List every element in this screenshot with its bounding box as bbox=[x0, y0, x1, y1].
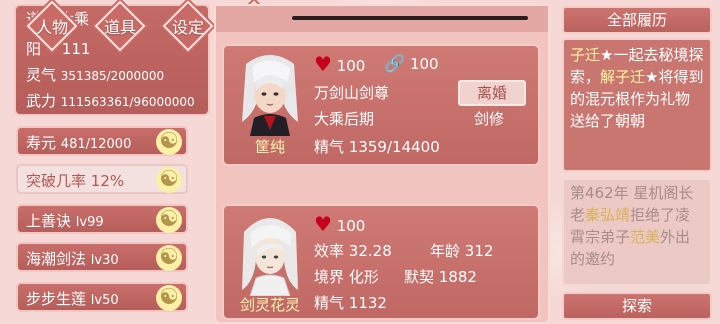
hp-value: 100 bbox=[336, 57, 366, 75]
age-label: 年龄 bbox=[430, 242, 461, 260]
tacit-label: 默契 bbox=[404, 268, 435, 286]
settings-button[interactable]: 设定 bbox=[162, 0, 214, 52]
lifespan-value: 481/12000 bbox=[60, 137, 132, 152]
companion-card-spouse[interactable]: 筐纯 ♥ 100 🔗 100 万剑山剑尊 离婚 大乘后期 剑修 精气 1359/… bbox=[222, 44, 540, 166]
skill-level: lv30 bbox=[90, 253, 119, 268]
history-log-recent: 子迁★一起去秘境探索，解子迁★将得到的混元根作为礼物送给了朝朝 bbox=[562, 38, 712, 172]
divorce-button[interactable]: 离婚 bbox=[458, 80, 526, 106]
breakthrough-value: 12% bbox=[90, 172, 125, 190]
skill-row-shangshan[interactable]: 上善诀 lv99 ☯ bbox=[16, 204, 188, 234]
character-realm: 大乘后期 bbox=[314, 110, 375, 128]
realm-label: 境界 bbox=[314, 268, 345, 286]
log-character-name: 范美 bbox=[630, 228, 661, 246]
skill-level: lv99 bbox=[75, 215, 104, 230]
log-character-name: 秦弘靖 bbox=[585, 206, 631, 224]
bond-value: 100 bbox=[409, 55, 439, 73]
skill-level: lv50 bbox=[90, 293, 119, 308]
log-character-name: 解子迁 bbox=[600, 68, 646, 86]
heart-icon: ♥ bbox=[314, 212, 332, 236]
vigor-value: 1359/14400 bbox=[348, 138, 440, 156]
character-name: 剑灵花灵 bbox=[239, 296, 300, 314]
character-portrait bbox=[242, 218, 298, 296]
yinyang-icon[interactable]: ☯ bbox=[156, 129, 182, 155]
explore-button[interactable]: 探索 bbox=[562, 292, 712, 320]
link-chain-icon: 🔗 bbox=[384, 54, 406, 74]
items-button-label: 道具 bbox=[103, 18, 136, 37]
vigor-value: 1132 bbox=[348, 294, 387, 312]
character-portrait bbox=[242, 55, 298, 136]
realm-value: 化形 bbox=[348, 268, 379, 286]
companion-card-spirit[interactable]: 剑灵花灵 ♥ 100 效率 32.28 年龄 312 境界 化形 默契 1882… bbox=[222, 204, 540, 320]
breakthrough-label: 突破几率 bbox=[26, 172, 87, 190]
history-title-button[interactable]: 全部履历 bbox=[562, 6, 712, 34]
character-name: 筐纯 bbox=[254, 138, 285, 156]
player-qi-value: 351385/2000000 bbox=[60, 69, 165, 83]
player-force-label: 武力 bbox=[26, 92, 57, 110]
yinyang-icon[interactable]: ☯ bbox=[156, 167, 182, 193]
age-value: 312 bbox=[464, 242, 494, 260]
hp-value: 100 bbox=[336, 217, 366, 235]
yinyang-icon[interactable]: ☯ bbox=[156, 245, 182, 271]
settings-button-label: 设定 bbox=[171, 18, 204, 37]
character-button-label: 人物 bbox=[35, 18, 68, 37]
efficiency-value: 32.28 bbox=[348, 242, 392, 260]
player-qi-label: 灵气 bbox=[26, 66, 57, 84]
vigor-label: 精气 bbox=[314, 294, 345, 312]
yinyang-icon[interactable]: ☯ bbox=[156, 207, 182, 233]
character-title: 万剑山剑尊 bbox=[314, 84, 390, 102]
lifespan-row[interactable]: 寿元 481/12000 ☯ bbox=[16, 126, 188, 156]
items-button[interactable]: 道具 bbox=[94, 0, 146, 52]
efficiency-label: 效率 bbox=[314, 242, 345, 260]
yinyang-icon[interactable]: ☯ bbox=[156, 285, 182, 311]
history-log-older: 第462年 星机阁长老秦弘靖拒绝了凌霄宗弟子范美外出的邀约 bbox=[562, 178, 712, 286]
character-button[interactable]: 人物 bbox=[26, 0, 78, 52]
skill-name: 海潮剑法 bbox=[26, 250, 87, 268]
tacit-value: 1882 bbox=[438, 268, 477, 286]
character-role: 剑修 bbox=[474, 110, 505, 128]
vigor-label: 精气 bbox=[314, 138, 345, 156]
breakthrough-row[interactable]: 突破几率 12% ☯ bbox=[16, 164, 188, 194]
log-character-name: 子迁 bbox=[570, 46, 601, 64]
panel-scrollbar[interactable] bbox=[292, 16, 528, 20]
skill-name: 上善诀 bbox=[26, 212, 72, 230]
skill-row-bubu[interactable]: 步步生莲 lv50 ☯ bbox=[16, 282, 188, 312]
lifespan-label: 寿元 bbox=[26, 134, 57, 152]
skill-row-haichao[interactable]: 海潮剑法 lv30 ☯ bbox=[16, 242, 188, 272]
heart-icon: ♥ bbox=[314, 52, 332, 76]
player-force-value: 111563361/96000000 bbox=[60, 95, 195, 109]
skill-name: 步步生莲 bbox=[26, 290, 87, 308]
